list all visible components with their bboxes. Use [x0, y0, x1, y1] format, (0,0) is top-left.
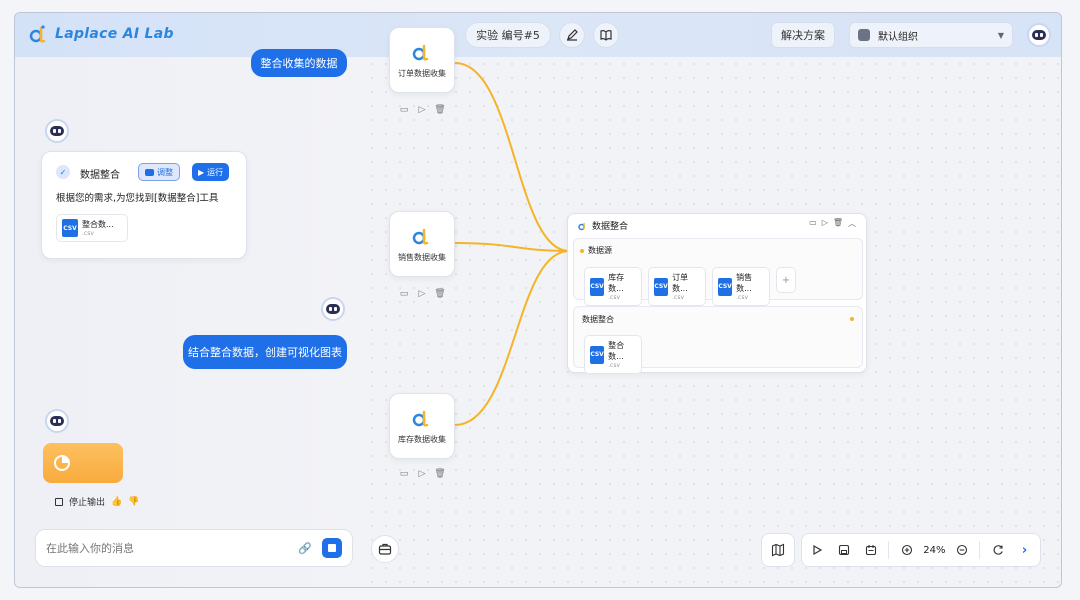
- source-file-sales[interactable]: CSV 销售数... .csv: [712, 267, 770, 306]
- save-button[interactable]: [831, 536, 858, 564]
- app-node-icon: [412, 44, 429, 61]
- node-sales-collection[interactable]: 销售数据收集: [389, 211, 455, 277]
- comment-icon[interactable]: ▭: [399, 469, 409, 479]
- map-button[interactable]: [764, 536, 792, 564]
- source-section-label: 数据源: [588, 246, 612, 255]
- edge-order-to-integration: [454, 62, 570, 252]
- schedule-button[interactable]: [858, 536, 885, 564]
- csv-icon: CSV: [590, 345, 605, 364]
- integration-tools: ▭ ▷ 🗑 ︿: [809, 218, 856, 229]
- refresh-icon: [993, 545, 1003, 555]
- source-file-order[interactable]: CSV 订单数... .csv: [648, 267, 706, 306]
- map-toolbar: [761, 533, 795, 567]
- toolbar-divider: [979, 541, 981, 559]
- file-name: 订单数...: [672, 273, 689, 293]
- chevron-right-icon: ›: [1021, 542, 1028, 558]
- file-ext: .csv: [608, 294, 620, 301]
- node-order-collection[interactable]: 订单数据收集: [389, 27, 455, 93]
- comment-icon[interactable]: ▭: [399, 105, 409, 115]
- plus-icon: +: [781, 274, 791, 286]
- zoom-in-icon: [901, 544, 912, 556]
- app-window: Laplace AI Lab 实验 编号#5 解决方案 默认组织 ▼ 整合收集的…: [14, 12, 1062, 588]
- add-source-button[interactable]: +: [776, 267, 796, 293]
- node-label: 订单数据收集: [398, 68, 446, 78]
- play-icon[interactable]: ▷: [417, 105, 427, 115]
- edge-inventory-to-integration: [454, 250, 570, 426]
- integration-node[interactable]: 数据整合 ▭ ▷ 🗑 ︿ 数据源 CSV 库存数... .csv CSV 订单数.…: [567, 213, 867, 374]
- node-tools-sales: ▭ ▷ 🗑: [399, 289, 446, 299]
- file-name: 整合数...: [608, 341, 625, 361]
- save-icon: [839, 544, 850, 556]
- file-name: 库存数...: [608, 273, 625, 293]
- node-label: 库存数据收集: [398, 434, 446, 444]
- file-name: 销售数...: [736, 273, 753, 293]
- source-header: 数据源: [580, 245, 612, 256]
- file-ext: .csv: [608, 362, 620, 369]
- trash-icon[interactable]: 🗑: [434, 105, 445, 115]
- csv-icon: CSV: [718, 277, 733, 296]
- zoom-out-button[interactable]: [949, 536, 976, 564]
- toolbar-divider: [888, 541, 890, 559]
- source-section: 数据源 CSV 库存数... .csv CSV 订单数... .csv CSV 销售…: [573, 238, 863, 306]
- expand-toolbar-button[interactable]: ›: [1011, 536, 1038, 564]
- source-file-inventory[interactable]: CSV 库存数... .csv: [584, 267, 642, 306]
- file-ext: .csv: [736, 294, 748, 301]
- comment-icon[interactable]: ▭: [399, 289, 409, 299]
- csv-icon: CSV: [590, 277, 605, 296]
- play-icon[interactable]: ▷: [417, 289, 427, 299]
- zoom-out-icon: [957, 544, 968, 556]
- comment-icon[interactable]: ▭: [809, 218, 817, 229]
- output-section: 数据整合 CSV 整合数... .csv: [573, 306, 863, 374]
- file-ext: .csv: [672, 294, 684, 301]
- zoom-level: 24%: [923, 544, 946, 556]
- app-node-icon: [412, 410, 429, 427]
- dot-icon: [850, 317, 854, 321]
- node-tools-inventory: ▭ ▷ 🗑: [399, 469, 446, 479]
- zoom-in-button[interactable]: [893, 536, 920, 564]
- app-node-icon: [578, 222, 585, 230]
- output-section-label: 数据整合: [582, 315, 614, 324]
- edges-layer: [454, 62, 570, 426]
- integration-header: 数据整合: [578, 219, 628, 232]
- node-tools-order: ▭ ▷ 🗑: [399, 105, 446, 115]
- play-icon[interactable]: ▷: [822, 218, 828, 229]
- csv-icon: CSV: [654, 277, 669, 296]
- play-icon: [813, 544, 823, 556]
- map-icon: [771, 543, 785, 557]
- play-icon[interactable]: ▷: [417, 469, 427, 479]
- refresh-button[interactable]: [984, 536, 1011, 564]
- calendar-icon: [865, 545, 876, 556]
- app-node-icon: [412, 228, 429, 245]
- trash-icon[interactable]: 🗑: [833, 218, 843, 229]
- run-all-button[interactable]: [804, 536, 831, 564]
- source-list: CSV 库存数... .csv CSV 订单数... .csv CSV 销售数...…: [584, 267, 796, 306]
- output-file[interactable]: CSV 整合数... .csv: [584, 335, 642, 374]
- trash-icon[interactable]: 🗑: [434, 289, 445, 299]
- chevron-up-icon[interactable]: ︿: [848, 218, 856, 229]
- canvas-toolbar: 24% ›: [801, 533, 1041, 567]
- dot-icon: [580, 248, 584, 253]
- node-label: 销售数据收集: [398, 252, 446, 262]
- integration-title: 数据整合: [592, 222, 629, 232]
- trash-icon[interactable]: 🗑: [434, 469, 445, 479]
- node-inventory-collection[interactable]: 库存数据收集: [389, 393, 455, 459]
